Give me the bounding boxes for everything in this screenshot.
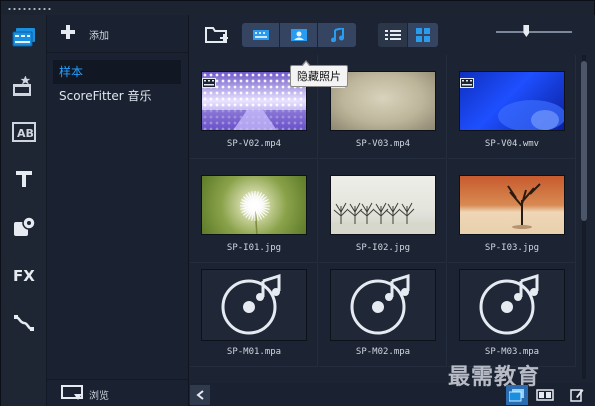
media-filter-group — [242, 23, 356, 47]
category-rail: AB FX — [1, 15, 47, 406]
collapse-left-icon[interactable] — [190, 385, 210, 405]
media-item[interactable]: SP-M03.mpa — [448, 263, 576, 367]
show-audio-icon[interactable] — [318, 23, 356, 47]
media-item[interactable]: SP-I01.jpg — [190, 159, 318, 263]
video-badge-icon — [460, 73, 474, 88]
browse-button-label[interactable]: 浏览 — [89, 387, 109, 402]
storyboard-view-icon[interactable] — [534, 385, 556, 405]
media-filename: SP-M02.mpa — [355, 347, 411, 357]
audio-disc-icon — [221, 273, 281, 335]
edit-icon[interactable] — [566, 385, 588, 405]
media-filename: SP-M01.mpa — [226, 347, 282, 357]
view-mode-group — [378, 23, 438, 47]
library-footer: 浏览 — [47, 379, 189, 406]
media-library-window: AB FX 添加 样本 ScoreFitter 音乐 浏览 隐藏照片 SP-V0… — [0, 0, 595, 406]
show-photo-icon[interactable] — [280, 23, 318, 47]
instant-project-icon[interactable] — [7, 71, 41, 103]
status-bar: 最需教育 — [190, 365, 595, 406]
audio-disc-icon — [350, 273, 410, 335]
fx-icon[interactable]: FX — [7, 259, 41, 291]
add-button-label[interactable]: 添加 — [89, 27, 109, 42]
media-thumbnail[interactable] — [330, 175, 436, 235]
slider-knob[interactable] — [523, 25, 530, 37]
media-filename: SP-V03.mp4 — [355, 139, 411, 149]
import-folder-icon[interactable] — [204, 23, 230, 45]
media-filename: SP-I02.jpg — [355, 243, 411, 253]
audio-thumbnail[interactable] — [201, 269, 307, 341]
library-view-icon[interactable] — [506, 385, 528, 405]
browse-icon[interactable] — [61, 385, 83, 403]
drag-grip[interactable] — [7, 7, 53, 11]
path-icon[interactable] — [7, 307, 41, 339]
media-item[interactable]: SP-M01.mpa — [190, 263, 318, 367]
media-filename: SP-I03.jpg — [484, 243, 540, 253]
media-toolbar — [190, 15, 595, 53]
media-thumbnail[interactable] — [459, 71, 565, 131]
add-icon[interactable] — [61, 25, 75, 39]
media-thumbnail[interactable] — [459, 175, 565, 235]
media-icon[interactable] — [7, 21, 41, 53]
tooltip: 隐藏照片 — [290, 60, 348, 87]
thumbnail-view-icon[interactable] — [408, 23, 438, 47]
media-filename: SP-V04.wmv — [484, 139, 540, 149]
video-badge-icon — [202, 73, 216, 88]
audio-thumbnail[interactable] — [459, 269, 565, 341]
title-ab-icon[interactable]: AB — [7, 116, 41, 148]
audio-thumbnail[interactable] — [330, 269, 436, 341]
media-item[interactable]: SP-V04.wmv — [448, 55, 576, 159]
media-thumbnail[interactable] — [201, 175, 307, 235]
media-item[interactable]: SP-I02.jpg — [319, 159, 447, 263]
vertical-scrollbar[interactable] — [579, 55, 589, 379]
media-filename: SP-M03.mpa — [484, 347, 540, 357]
library-panel: 添加 样本 ScoreFitter 音乐 浏览 — [47, 15, 189, 406]
scroll-thumb[interactable] — [581, 61, 587, 221]
media-browser: 隐藏照片 SP-V02.mp4 SP-V03.mp4 SP-V04.wmv SP-I0… — [190, 15, 595, 406]
media-filename: SP-V02.mp4 — [226, 139, 282, 149]
media-filename: SP-I01.jpg — [226, 243, 282, 253]
transition-icon[interactable] — [7, 211, 41, 243]
media-item[interactable]: SP-I03.jpg — [448, 159, 576, 263]
list-view-icon[interactable] — [378, 23, 408, 47]
svg-text:FX: FX — [13, 267, 35, 285]
text-t-icon[interactable] — [7, 163, 41, 195]
media-grid: SP-V02.mp4 SP-V03.mp4 SP-V04.wmv SP-I01.jpg… — [190, 55, 578, 379]
media-item[interactable]: SP-M02.mpa — [319, 263, 447, 367]
show-video-icon[interactable] — [242, 23, 280, 47]
library-item-scorefitter[interactable]: ScoreFitter 音乐 — [53, 84, 181, 108]
svg-text:AB: AB — [17, 127, 34, 140]
thumbnail-size-slider[interactable] — [496, 25, 572, 37]
library-header: 添加 — [47, 15, 189, 53]
library-item-samples[interactable]: 样本 — [53, 60, 181, 84]
audio-disc-icon — [479, 273, 539, 335]
